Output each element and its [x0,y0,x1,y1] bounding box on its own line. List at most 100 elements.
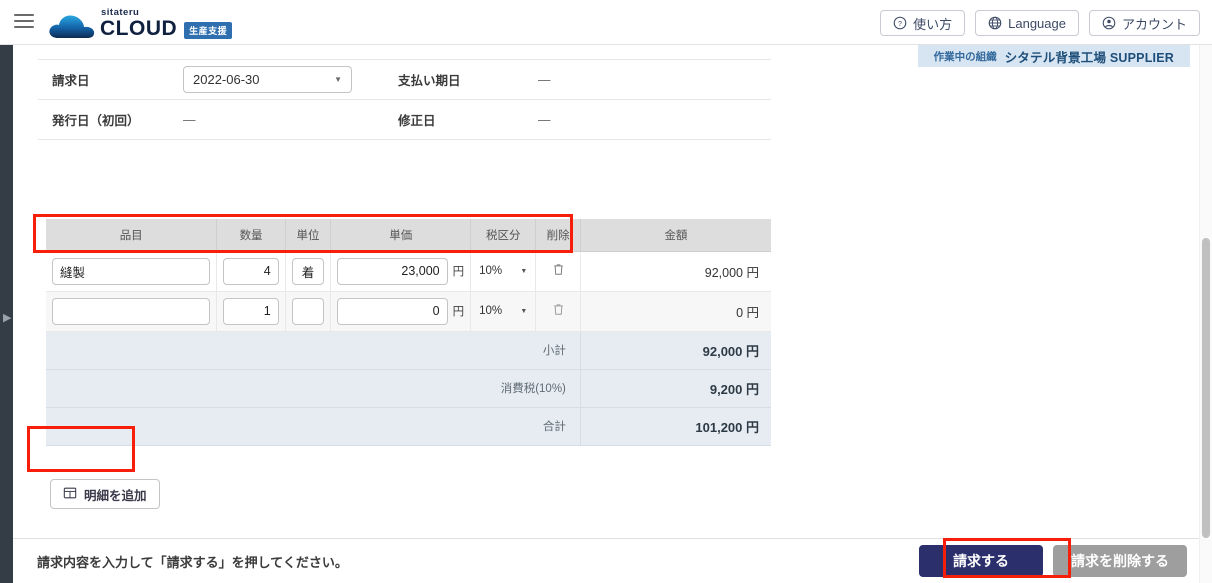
question-circle-icon: ? [893,16,907,30]
line-items-header: 品目 数量 単位 単価 税区分 削除 金額 [46,219,771,252]
summary-value-total: 101,200 円 [579,407,771,446]
chevron-down-icon: ▼ [520,267,528,275]
cell-unit-price: 円 [330,251,472,292]
hamburger-icon[interactable] [14,14,34,30]
header-actions: ? 使い方 Language アカウント [880,10,1200,36]
clipped-row-above [38,50,768,58]
trash-icon[interactable] [552,262,565,281]
cell-quantity [216,291,286,332]
bottom-buttons: 請求する 請求を削除する [919,545,1187,577]
tax-value-0: 10% [479,265,503,277]
vertical-scrollbar[interactable] [1199,45,1212,583]
info-value-issue-date: — [183,112,196,127]
account-button-label: アカウント [1121,16,1187,32]
currency-suffix-0: 円 [452,266,465,278]
column-header-quantity: 数量 [216,219,286,252]
cell-unit [285,251,332,292]
submit-invoice-button[interactable]: 請求する [919,545,1043,577]
language-button-label: Language [1008,15,1066,31]
sidebar-collapsed-rail[interactable]: ▶ [0,45,13,583]
org-banner-name: シタテル背景工場 SUPPLIER [1004,50,1174,65]
unit-input-0[interactable] [291,257,325,285]
table-add-icon [63,486,77,503]
billing-date-value: 2022-06-30 [193,72,260,87]
scrollbar-thumb[interactable] [1202,238,1210,538]
currency-suffix-1: 円 [452,306,465,318]
cell-unit [285,291,332,332]
item-name-input-0[interactable] [52,257,211,285]
column-header-price: 単価 [330,219,472,252]
cloud-logo-icon [48,12,96,42]
tax-select-1[interactable]: 10% ▼ [477,305,529,317]
language-button[interactable]: Language [975,10,1079,36]
tax-select-0[interactable]: 10% ▼ [477,265,529,277]
line-items-body: 円 10% ▼ [46,251,771,446]
info-label-issue-date: 発行日（初回） [52,114,140,128]
column-header-unit: 単位 [285,219,332,252]
invoice-info-table: 請求日 2022-06-30 ▼ 支払い期日 — 発行日（初回） — 修正日 — [38,59,771,140]
add-line-item-label: 明細を追加 [84,488,147,503]
cell-amount: 0 円 [580,291,771,332]
cell-item [46,291,218,332]
help-button-label: 使い方 [913,16,953,32]
quantity-input-1[interactable] [223,297,279,325]
add-line-item-button[interactable]: 明細を追加 [50,479,160,509]
column-header-item: 品目 [46,219,218,252]
logo-cloud-text: CLOUD [100,17,178,40]
top-header: sitateru CLOUD 生産支援 ? 使い方 Language アカウント [0,0,1212,45]
table-row: 円 10% ▼ [46,251,771,292]
chevron-right-icon[interactable]: ▶ [3,313,11,324]
current-organization-banner: 作業中の組織 シタテル背景工場 SUPPLIER [917,45,1190,67]
summary-label-tax: 消費税(10%) [46,369,581,408]
billing-date-select[interactable]: 2022-06-30 ▼ [183,66,352,93]
item-name-input-1[interactable] [52,297,211,325]
globe-icon [988,16,1002,30]
summary-label-total: 合計 [46,407,581,446]
unit-price-input-1[interactable] [337,297,448,325]
info-value-due-date: — [538,72,551,87]
chevron-down-icon: ▼ [520,307,528,315]
info-label-revision-date: 修正日 [398,114,436,128]
app-logo[interactable]: sitateru CLOUD 生産支援 [48,4,233,42]
summary-row-subtotal: 小計 92,000 円 [46,331,771,370]
summary-value-subtotal: 92,000 円 [579,331,771,370]
unit-price-input-0[interactable] [337,257,448,285]
summary-row-tax: 消費税(10%) 9,200 円 [46,369,771,408]
info-label-billing-date: 請求日 [52,74,90,88]
org-banner-label: 作業中の組織 [933,50,997,63]
account-button[interactable]: アカウント [1088,10,1200,36]
column-header-tax: 税区分 [470,219,537,252]
cell-item [46,251,218,292]
cell-delete [535,251,581,292]
cell-tax: 10% ▼ [470,291,537,332]
summary-label-subtotal: 小計 [46,331,581,370]
cell-quantity [216,251,286,292]
bottom-action-bar: 請求内容を入力して「請求する」を押してください。 請求する 請求を削除する [13,538,1199,583]
help-button[interactable]: ? 使い方 [880,10,966,36]
quantity-input-0[interactable] [223,257,279,285]
info-value-billing-date: 2022-06-30 ▼ [183,60,398,100]
info-row-billing-date: 請求日 2022-06-30 ▼ 支払い期日 — [38,59,771,100]
line-items-table: 品目 数量 単位 単価 税区分 削除 金額 縫製 4 着 23,000 円 10… [46,219,771,446]
info-label-due-date: 支払い期日 [398,74,461,88]
app-root: sitateru CLOUD 生産支援 ? 使い方 Language アカウント… [0,0,1212,583]
unit-input-1[interactable] [291,297,325,325]
cell-delete [535,291,581,332]
summary-value-tax: 9,200 円 [579,369,771,408]
table-row: 円 10% ▼ [46,291,771,332]
tax-value-1: 10% [479,305,503,317]
delete-invoice-button[interactable]: 請求を削除する [1053,545,1187,577]
cell-amount: 92,000 円 [580,251,771,292]
column-header-amount: 金額 [580,219,771,252]
logo-badge: 生産支援 [184,21,233,39]
info-row-issue-date: 発行日（初回） — 修正日 — [38,100,771,140]
summary-row-total: 合計 101,200 円 [46,407,771,446]
cell-tax: 10% ▼ [470,251,537,292]
info-value-revision-date: — [538,112,551,127]
cell-unit-price: 円 [330,291,472,332]
account-circle-icon [1102,16,1116,30]
trash-icon[interactable] [552,302,565,321]
column-header-delete: 削除 [535,219,581,252]
svg-text:?: ? [898,21,902,28]
chevron-down-icon: ▼ [334,75,342,84]
